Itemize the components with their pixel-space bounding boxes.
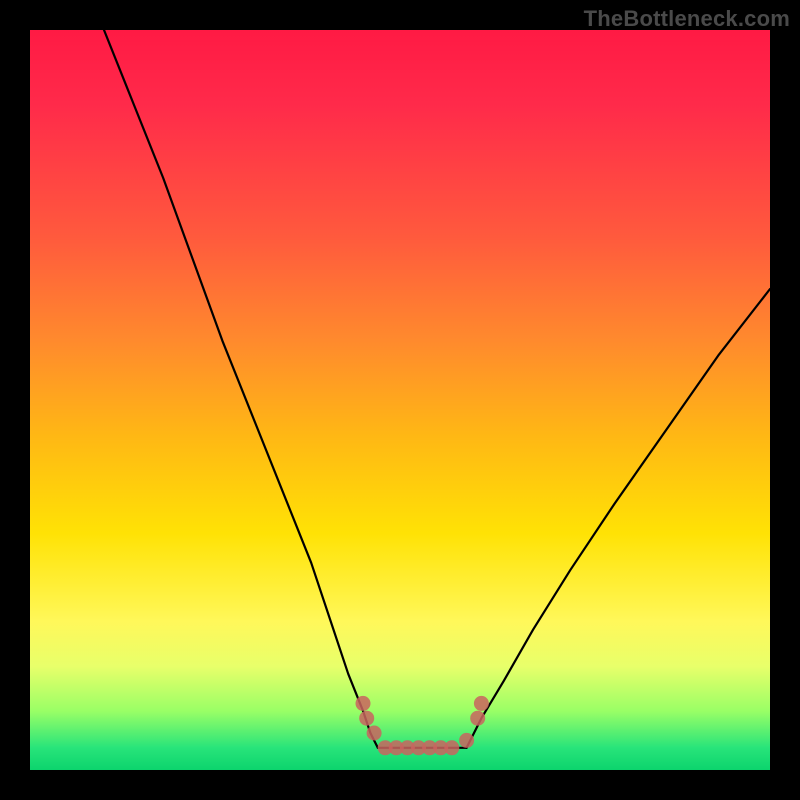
marker-dot <box>474 696 489 711</box>
series-left-branch <box>104 30 378 748</box>
curve-svg <box>30 30 770 770</box>
marker-dot <box>356 696 371 711</box>
plot-area <box>30 30 770 770</box>
marker-dot <box>367 726 382 741</box>
watermark-text: TheBottleneck.com <box>584 6 790 32</box>
marker-dot <box>459 733 474 748</box>
marker-dot <box>470 711 485 726</box>
marker-dot <box>359 711 374 726</box>
curve-lines <box>104 30 770 748</box>
marker-dot <box>444 740 459 755</box>
valley-markers <box>356 696 489 755</box>
series-right-branch <box>467 289 770 748</box>
chart-frame: TheBottleneck.com <box>0 0 800 800</box>
